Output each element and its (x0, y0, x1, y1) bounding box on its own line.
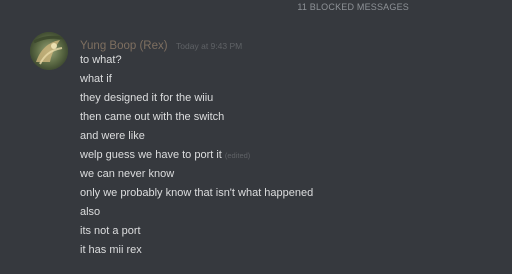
message-line: what if (80, 73, 112, 85)
message-line: then came out with the switch (80, 111, 225, 123)
message-line: and were like (80, 130, 145, 142)
timestamp: Today at 9:43 PM (176, 41, 243, 51)
edited-label: (edited) (224, 151, 251, 160)
message-line: to what? (80, 54, 122, 66)
message-line: we can never know (80, 168, 175, 180)
message-line: it has mii rex (80, 244, 142, 256)
message-line: they designed it for the wiiu (80, 92, 214, 104)
avatar[interactable] (30, 32, 68, 70)
chat-panel: 11 BLOCKED MESSAGES Yung Boop (Rex) Toda… (0, 0, 512, 274)
avatar-image-icon (30, 32, 68, 70)
message-line: only we probably know that isn't what ha… (80, 187, 314, 199)
message-line: its not a port (80, 225, 141, 237)
message-lines: to what? what if they designed it for th… (80, 51, 313, 260)
blocked-messages-link[interactable]: 11 BLOCKED MESSAGES (0, 0, 512, 14)
message-line: also (80, 206, 101, 218)
message-line: welp guess we have to port it (edited) (80, 149, 251, 161)
